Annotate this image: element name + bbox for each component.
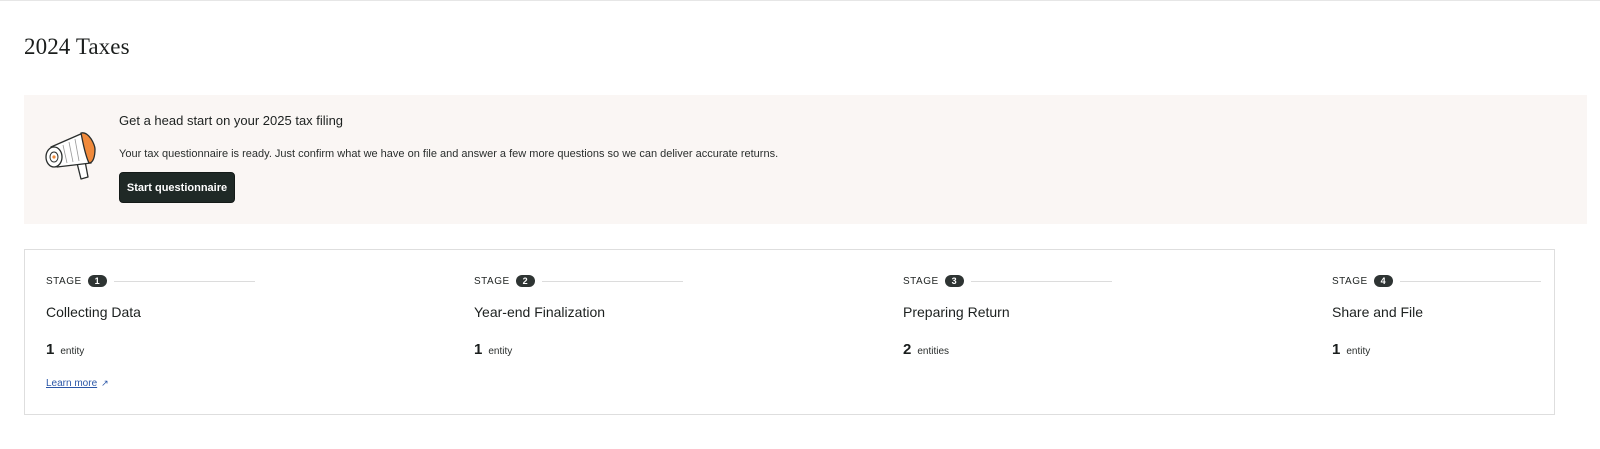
stage-number-badge: 3 <box>944 275 964 287</box>
arrow-up-right-icon: ↗ <box>101 378 109 388</box>
stage-divider <box>1399 280 1541 282</box>
stage-label: STAGE <box>903 275 939 287</box>
stage-header: STAGE 4 <box>1332 274 1541 288</box>
stage-divider <box>113 280 255 282</box>
banner-description: Your tax questionnaire is ready. Just co… <box>119 148 779 160</box>
entity-count-unit: entity <box>1346 346 1371 357</box>
stage-name: Collecting Data <box>46 304 141 320</box>
stage-label: STAGE <box>46 275 82 287</box>
entity-count-value: 1 <box>46 341 55 358</box>
questionnaire-banner: Get a head start on your 2025 tax filing… <box>24 95 1587 224</box>
stage-header: STAGE 2 <box>474 274 683 288</box>
top-divider <box>0 0 1600 1</box>
megaphone-icon <box>45 132 96 180</box>
stage-entity-count: 1 entity <box>46 341 84 358</box>
stage-header: STAGE 3 <box>903 274 1112 288</box>
stage-entity-count: 1 entity <box>1332 341 1370 358</box>
learn-more-link[interactable]: Learn more ↗ <box>46 378 109 389</box>
stage-name: Share and File <box>1332 304 1424 320</box>
stages-card: STAGE 1 Collecting Data 1 entity Learn m… <box>24 249 1555 415</box>
stage-2: STAGE 2 Year-end Finalization 1 entity <box>474 250 694 414</box>
stage-3: STAGE 3 Preparing Return 2 entities <box>903 250 1123 414</box>
banner-title: Get a head start on your 2025 tax filing <box>119 113 344 128</box>
stage-number-badge: 2 <box>515 275 535 287</box>
stage-name: Preparing Return <box>903 304 1010 320</box>
stage-label: STAGE <box>474 275 510 287</box>
entity-count-value: 1 <box>474 341 483 358</box>
entity-count-unit: entity <box>60 346 85 357</box>
entity-count-unit: entity <box>488 346 513 357</box>
stage-entity-count: 2 entities <box>903 341 949 358</box>
page-title: 2024 Taxes <box>24 34 130 59</box>
stage-number-badge: 1 <box>87 275 107 287</box>
stage-1: STAGE 1 Collecting Data 1 entity Learn m… <box>46 250 266 414</box>
learn-more-label: Learn more <box>46 378 98 389</box>
stage-header: STAGE 1 <box>46 274 255 288</box>
stage-entity-count: 1 entity <box>474 341 512 358</box>
stage-name: Year-end Finalization <box>474 304 606 320</box>
stage-number-badge: 4 <box>1373 275 1393 287</box>
stage-divider <box>541 280 683 282</box>
entity-count-value: 1 <box>1332 341 1341 358</box>
stage-divider <box>970 280 1112 282</box>
entity-count-value: 2 <box>903 341 912 358</box>
entity-count-unit: entities <box>917 346 950 357</box>
stage-label: STAGE <box>1332 275 1368 287</box>
start-questionnaire-button[interactable]: Start questionnaire <box>119 172 235 203</box>
stage-4: STAGE 4 Share and File 1 entity <box>1332 250 1552 414</box>
